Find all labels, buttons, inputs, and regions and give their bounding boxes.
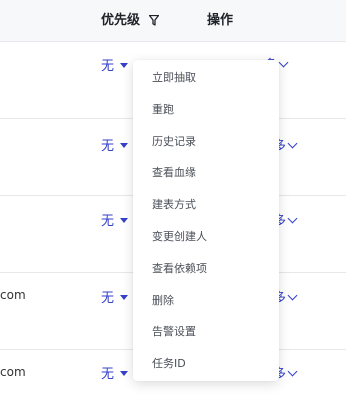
priority-header-label: 优先级 (101, 13, 141, 28)
priority-value: 无 (101, 367, 115, 382)
chevron-down-icon (287, 138, 298, 149)
menu-item-task-id[interactable]: 任务ID (133, 348, 279, 380)
table-header: 优先级 操作 (0, 0, 346, 42)
menu-item-view-lineage[interactable]: 查看血缘 (133, 157, 279, 189)
priority-value: 无 (101, 139, 115, 154)
menu-item-view-dependencies[interactable]: 查看依赖项 (133, 253, 279, 285)
menu-item-extract-now[interactable]: 立即抽取 (133, 62, 279, 94)
more-actions-dropdown: 立即抽取 重跑 历史记录 查看血缘 建表方式 变更创建人 查看依赖项 删除 告警… (133, 60, 279, 381)
menu-item-change-creator[interactable]: 变更创建人 (133, 221, 279, 253)
priority-select[interactable]: 无 (101, 287, 129, 306)
menu-item-table-creation-method[interactable]: 建表方式 (133, 189, 279, 221)
priority-value: 无 (101, 214, 115, 229)
priority-select[interactable]: 无 (101, 55, 129, 74)
creator-email: com (0, 288, 26, 302)
priority-value: 无 (101, 291, 115, 306)
chevron-down-icon (287, 213, 298, 224)
caret-down-icon (120, 63, 129, 68)
caret-down-icon (120, 143, 129, 148)
caret-down-icon (120, 295, 129, 300)
priority-select[interactable]: 无 (101, 210, 129, 229)
menu-item-alert-settings[interactable]: 告警设置 (133, 316, 279, 348)
chevron-down-icon (287, 366, 298, 377)
menu-item-rerun[interactable]: 重跑 (133, 94, 279, 126)
menu-item-delete[interactable]: 删除 (133, 285, 279, 317)
menu-item-history[interactable]: 历史记录 (133, 126, 279, 158)
column-header-priority: 优先级 (101, 0, 159, 42)
priority-select[interactable]: 无 (101, 135, 129, 154)
chevron-down-icon (287, 290, 298, 301)
column-header-action: 操作 (207, 13, 234, 28)
priority-value: 无 (101, 59, 115, 74)
priority-select[interactable]: 无 (101, 363, 129, 382)
chevron-down-icon (278, 57, 289, 68)
caret-down-icon (120, 218, 129, 223)
creator-email: com (0, 365, 26, 379)
filter-icon[interactable] (148, 15, 159, 26)
caret-down-icon (120, 371, 129, 376)
